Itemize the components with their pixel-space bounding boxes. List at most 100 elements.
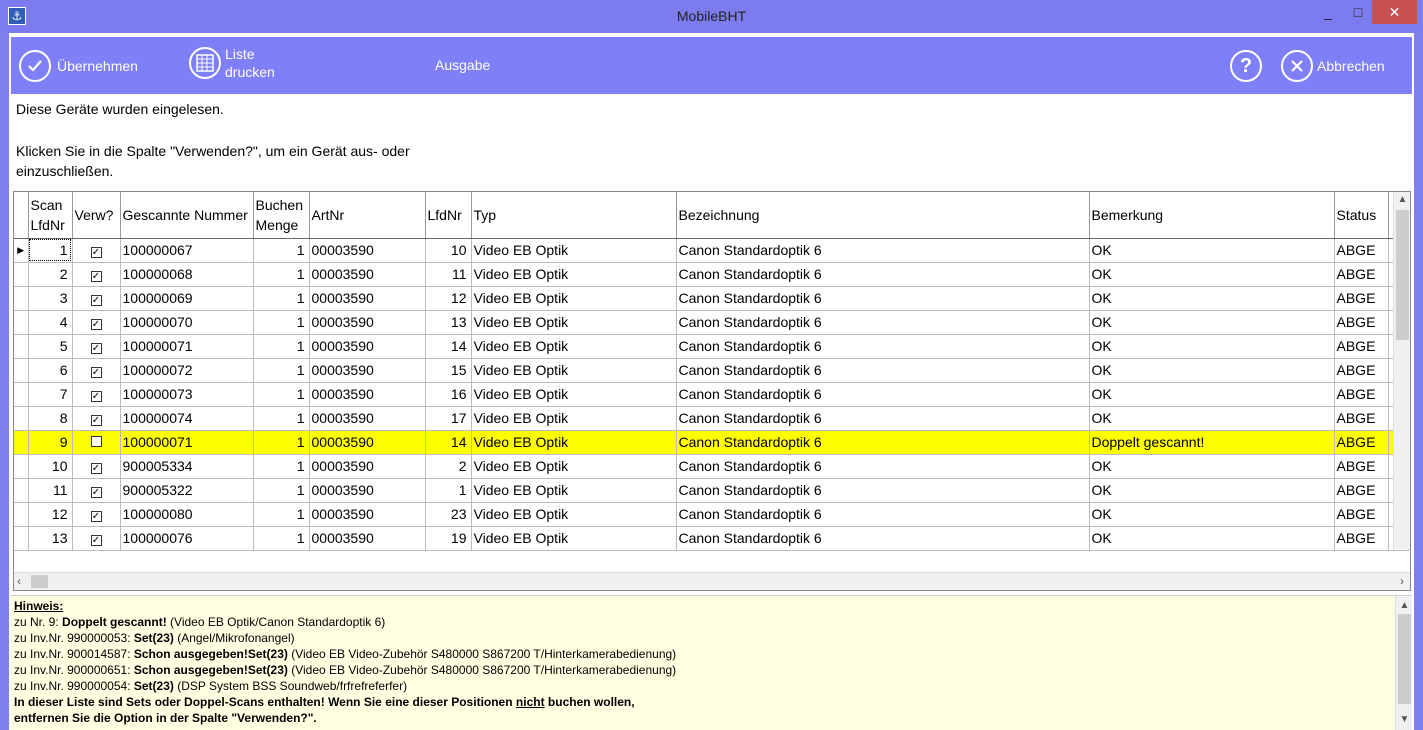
grid-vertical-scrollbar[interactable]: ▲ — [1393, 192, 1410, 549]
table-row[interactable]: 7 ✓ 100000073 1 00003590 16 Video EB Optik Cano… — [14, 382, 1409, 407]
hint-line-bold: Schon ausgegeben!Set(23) — [133, 663, 288, 677]
use-checkbox[interactable]: ✓ — [90, 535, 102, 546]
table-row[interactable]: 2 ✓ 100000068 1 00003590 11 Video EB Optik Cano… — [14, 262, 1409, 287]
use-checkbox[interactable]: ✓ — [90, 511, 102, 522]
cell-menge: 1 — [253, 478, 310, 503]
cell-verw[interactable]: ✓ — [72, 502, 121, 527]
cell-nummer: 100000068 — [120, 262, 254, 287]
x-circle-icon — [1281, 50, 1313, 82]
print-list-button[interactable]: Liste drucken — [189, 45, 285, 81]
hint-scroll-up-icon[interactable]: ▲ — [1396, 598, 1413, 614]
table-row[interactable]: 3 ✓ 100000069 1 00003590 12 Video EB Optik Cano… — [14, 286, 1409, 311]
cell-lfdnr: 14 — [425, 334, 472, 359]
header-gescannte[interactable]: Gescannte Nummer — [120, 192, 254, 239]
use-checkbox[interactable]: ✓ — [90, 247, 102, 258]
header-typ[interactable]: Typ — [471, 192, 677, 239]
help-button[interactable]: ? — [1230, 50, 1262, 82]
use-checkbox[interactable]: ✓ — [90, 463, 102, 474]
cell-verw[interactable]: ✓ — [72, 262, 121, 287]
table-row[interactable]: 9 100000071 1 00003590 14 Video EB Optik Canon… — [14, 430, 1409, 455]
cell-status: ABGE — [1334, 382, 1389, 407]
header-artnr[interactable]: ArtNr — [309, 192, 426, 239]
cell-typ: Video EB Optik — [471, 238, 677, 263]
use-checkbox[interactable]: ✓ — [90, 343, 102, 354]
cell-verw[interactable]: ✓ — [72, 406, 121, 431]
header-buchen[interactable]: Buchen Menge — [253, 192, 310, 239]
scroll-up-icon[interactable]: ▲ — [1394, 194, 1410, 205]
hint-line-rest: (DSP System BSS Soundweb/frfrefreferfer) — [173, 679, 408, 693]
hint-line-prefix: zu Inv.Nr. 990000053: — [14, 631, 134, 645]
hint-scroll-thumb[interactable] — [1398, 614, 1411, 704]
table-row[interactable]: 13 ✓ 100000076 1 00003590 19 Video EB Optik Can… — [14, 526, 1409, 551]
use-checkbox[interactable]: ✓ — [90, 487, 102, 498]
cell-bezeichnung: Canon Standardoptik 6 — [676, 262, 1090, 287]
cell-status: ABGE — [1334, 310, 1389, 335]
hint-lines: zu Nr. 9: Doppelt gescannt! (Video EB Op… — [14, 614, 1409, 694]
header-verw[interactable]: Verw? — [72, 192, 121, 239]
cell-verw[interactable]: ✓ — [72, 526, 121, 551]
scroll-thumb[interactable] — [1396, 210, 1409, 340]
use-checkbox[interactable] — [90, 436, 102, 447]
use-checkbox[interactable]: ✓ — [90, 319, 102, 330]
use-checkbox[interactable]: ✓ — [90, 415, 102, 426]
cell-verw[interactable]: ✓ — [72, 478, 121, 503]
cell-bezeichnung: Canon Standardoptik 6 — [676, 382, 1090, 407]
cell-verw[interactable]: ✓ — [72, 310, 121, 335]
cell-bemerkung: OK — [1089, 382, 1335, 407]
cancel-button[interactable]: Abbrechen — [1281, 50, 1385, 82]
device-grid[interactable]: Scan LfdNr Verw? Gescannte Nummer Buchen… — [13, 191, 1411, 591]
cell-artnr: 00003590 — [309, 430, 426, 455]
cell-bezeichnung: Canon Standardoptik 6 — [676, 286, 1090, 311]
row-indicator — [14, 334, 29, 359]
cell-verw[interactable]: ✓ — [72, 286, 121, 311]
row-indicator — [14, 430, 29, 455]
cell-menge: 1 — [253, 262, 310, 287]
hscroll-thumb[interactable] — [31, 575, 48, 588]
use-checkbox[interactable]: ✓ — [90, 271, 102, 282]
table-row[interactable]: 11 ✓ 900005322 1 00003590 1 Video EB Optik Cano… — [14, 478, 1409, 503]
minimize-button[interactable]: _ — [1314, 0, 1342, 24]
table-row[interactable]: 12 ✓ 100000080 1 00003590 23 Video EB Optik Can… — [14, 502, 1409, 527]
grid-horizontal-scrollbar[interactable]: ‹ › — [14, 572, 1410, 590]
header-lfdnr[interactable]: LfdNr — [425, 192, 472, 239]
table-row[interactable]: 8 ✓ 100000074 1 00003590 17 Video EB Optik Cano… — [14, 406, 1409, 431]
header-scan[interactable]: Scan LfdNr — [28, 192, 73, 239]
apply-button[interactable]: Übernehmen — [19, 50, 138, 82]
table-row[interactable]: 4 ✓ 100000070 1 00003590 13 Video EB Optik Cano… — [14, 310, 1409, 335]
title-bar: ⚓ MobileBHT _ □ ✕ — [0, 0, 1423, 33]
cell-status: ABGE — [1334, 334, 1389, 359]
hint-line-prefix: zu Nr. 9: — [14, 615, 63, 629]
table-row[interactable]: ▶ 1 ✓ 100000067 1 00003590 10 Video EB Optik Can… — [14, 238, 1409, 263]
hint-warning-1: In dieser Liste sind Sets oder Doppel-Sc… — [14, 694, 1409, 710]
close-button[interactable]: ✕ — [1372, 0, 1417, 24]
cell-status: ABGE — [1334, 502, 1389, 527]
use-checkbox[interactable]: ✓ — [90, 367, 102, 378]
table-row[interactable]: 5 ✓ 100000071 1 00003590 14 Video EB Optik Cano… — [14, 334, 1409, 359]
maximize-button[interactable]: □ — [1344, 0, 1372, 24]
cell-verw[interactable]: ✓ — [72, 358, 121, 383]
cell-lfdnr: 11 — [425, 262, 472, 287]
hint-scrollbar[interactable]: ▲ ▼ — [1395, 596, 1412, 730]
cell-verw[interactable]: ✓ — [72, 334, 121, 359]
cell-verw[interactable]: ✓ — [72, 382, 121, 407]
scroll-left-icon[interactable]: ‹ — [17, 574, 21, 588]
hint-line: zu Inv.Nr. 990000053: Set(23) (Angel/Mik… — [14, 630, 1409, 646]
header-bezeichnung[interactable]: Bezeichnung — [676, 192, 1090, 239]
use-checkbox[interactable]: ✓ — [90, 391, 102, 402]
table-row[interactable]: 10 ✓ 900005334 1 00003590 2 Video EB Optik Cano… — [14, 454, 1409, 479]
cell-verw[interactable] — [72, 430, 121, 455]
use-checkbox[interactable]: ✓ — [90, 295, 102, 306]
scroll-right-icon[interactable]: › — [1400, 574, 1404, 588]
header-bemerkung[interactable]: Bemerkung — [1089, 192, 1335, 239]
table-row[interactable]: 6 ✓ 100000072 1 00003590 15 Video EB Optik Cano… — [14, 358, 1409, 383]
cell-verw[interactable]: ✓ — [72, 454, 121, 479]
cell-nummer: 100000071 — [120, 334, 254, 359]
cell-lfdnr: 16 — [425, 382, 472, 407]
header-status[interactable]: Status — [1334, 192, 1389, 239]
intro-text: Diese Geräte wurden eingelesen. — [16, 101, 224, 117]
cell-nummer: 100000072 — [120, 358, 254, 383]
hint-scroll-down-icon[interactable]: ▼ — [1396, 712, 1413, 728]
cell-typ: Video EB Optik — [471, 454, 677, 479]
instruction-text: Klicken Sie in die Spalte "Verwenden?", … — [16, 143, 410, 179]
cell-verw[interactable]: ✓ — [72, 238, 121, 263]
